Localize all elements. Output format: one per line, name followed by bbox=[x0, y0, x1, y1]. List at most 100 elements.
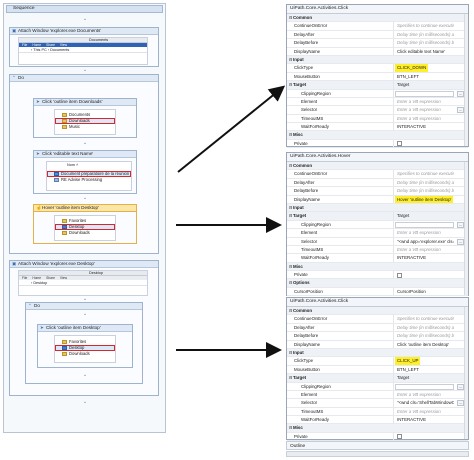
collapse-icon[interactable]: ⊟ bbox=[289, 374, 292, 381]
collapse-icon[interactable]: ⊟ bbox=[289, 424, 292, 431]
outline-tab[interactable]: Outline bbox=[286, 441, 469, 450]
scrollbar[interactable] bbox=[464, 162, 468, 295]
property-value[interactable]: CLICK_UP bbox=[395, 357, 421, 365]
property-delay-after[interactable]: DelayAfter Delay time (in milliseconds) a… bbox=[287, 30, 468, 40]
category-misc[interactable]: ⊟ Misc bbox=[287, 131, 468, 140]
ellipsis-button[interactable]: … bbox=[457, 383, 464, 390]
category-common[interactable]: ⊟ Common bbox=[287, 14, 468, 23]
property-value[interactable]: Hover 'outline item Desktop' bbox=[395, 195, 454, 203]
property-timeout-ms[interactable]: TimeoutMS Enter a VB expression bbox=[287, 407, 468, 417]
property-value[interactable]: Click 'outline item Desktop' bbox=[395, 341, 454, 348]
category-common[interactable]: ⊟ Common bbox=[287, 307, 468, 316]
ellipsis-button[interactable]: … bbox=[457, 90, 464, 97]
collapse-icon[interactable]: ⊟ bbox=[289, 81, 292, 88]
property-display-name[interactable]: DisplayName Click editable text Name' bbox=[287, 47, 468, 56]
property-timeout-ms[interactable]: TimeoutMS Enter a VB expression bbox=[287, 245, 468, 255]
property-value[interactable]: Delay time (in milliseconds) aft bbox=[395, 179, 454, 186]
collapse-icon[interactable]: ⊟ bbox=[289, 162, 292, 169]
property-private[interactable]: Private bbox=[287, 271, 468, 280]
collapse-icon[interactable]: ⊟ bbox=[289, 263, 292, 270]
property-value[interactable] bbox=[395, 383, 454, 390]
property-value[interactable]: INTERACTIVE bbox=[395, 254, 454, 261]
property-continue-on-error[interactable]: ContinueOnError Specifies to continue exe… bbox=[287, 22, 468, 31]
collapse-icon[interactable]: ⊟ bbox=[289, 307, 292, 314]
category-input[interactable]: ⊟ Input bbox=[287, 55, 468, 65]
scrollbar[interactable] bbox=[464, 14, 468, 146]
property-continue-on-error[interactable]: ContinueOnError Specifies to continue exe… bbox=[287, 315, 468, 324]
property-selector[interactable]: Selector "<wnd app='explorer.exe' cls='… bbox=[287, 237, 468, 246]
property-value[interactable]: Delay time (in milliseconds) aft bbox=[395, 324, 454, 331]
property-value[interactable]: Enter a VB expression bbox=[395, 98, 454, 105]
property-value[interactable]: Specifies to continue executing bbox=[395, 22, 454, 29]
property-value[interactable] bbox=[395, 90, 454, 97]
property-value[interactable]: INTERACTIVE bbox=[395, 123, 454, 130]
ellipsis-button[interactable]: … bbox=[457, 400, 464, 407]
collapse-icon[interactable]: ⊟ bbox=[289, 131, 292, 138]
category-misc[interactable]: ⊟ Misc bbox=[287, 424, 468, 433]
property-delay-after[interactable]: DelayAfter Delay time (in milliseconds) a… bbox=[287, 323, 468, 333]
private-checkbox[interactable] bbox=[397, 141, 402, 147]
category-input[interactable]: ⊟ Input bbox=[287, 348, 468, 358]
property-value[interactable]: Enter a VB expression bbox=[395, 408, 454, 415]
collapse-icon[interactable]: ⊟ bbox=[289, 279, 292, 286]
property-value[interactable] bbox=[395, 221, 454, 228]
property-delay-after[interactable]: DelayAfter Delay time (in milliseconds) a… bbox=[287, 178, 468, 188]
property-value[interactable]: Enter a VB expression bbox=[395, 391, 454, 398]
collapse-icon[interactable]: ⊟ bbox=[289, 204, 292, 211]
property-value[interactable]: "<wnd cls='ShellTabWindowCla bbox=[395, 399, 454, 406]
property-display-name[interactable]: DisplayName Hover 'outline item Desktop' bbox=[287, 195, 468, 204]
property-wait-for-ready[interactable]: WaitForReady INTERACTIVE bbox=[287, 254, 468, 263]
private-checkbox[interactable] bbox=[397, 434, 402, 440]
property-display-name[interactable]: DisplayName Click 'outline item Desktop' bbox=[287, 340, 468, 349]
property-value[interactable]: BTN_LEFT bbox=[395, 73, 454, 80]
property-value[interactable]: Delay time (in milliseconds) bef bbox=[395, 187, 454, 194]
property-value[interactable]: Specifies to continue executing bbox=[395, 170, 454, 177]
property-value[interactable]: Enter a VB expression bbox=[395, 246, 454, 253]
category-misc[interactable]: ⊟ Misc bbox=[287, 262, 468, 272]
property-mouse-button[interactable]: MouseButton BTN_LEFT bbox=[287, 72, 468, 82]
property-private[interactable]: Private bbox=[287, 139, 468, 149]
property-value[interactable]: INTERACTIVE bbox=[395, 416, 454, 423]
property-value[interactable]: Click editable text Name' bbox=[395, 48, 454, 55]
property-clipping-region[interactable]: ClippingRegion… bbox=[287, 382, 468, 391]
property-value[interactable]: "<wnd app='explorer.exe' cls=' bbox=[395, 238, 454, 245]
property-cursor-position[interactable]: CursorPosition CursorPosition bbox=[287, 287, 468, 297]
property-value[interactable]: Specifies to continue executing bbox=[395, 315, 454, 322]
property-mouse-button[interactable]: MouseButton BTN_LEFT bbox=[287, 365, 468, 375]
collapse-icon[interactable]: ⊟ bbox=[289, 349, 292, 356]
property-element[interactable]: Element Enter a VB expression bbox=[287, 229, 468, 238]
property-wait-for-ready[interactable]: WaitForReady INTERACTIVE bbox=[287, 416, 468, 425]
property-clipping-region[interactable]: ClippingRegion… bbox=[287, 220, 468, 230]
property-value[interactable]: BTN_LEFT bbox=[395, 366, 454, 373]
property-private[interactable]: Private bbox=[287, 432, 468, 442]
property-value[interactable]: Enter a VB expression bbox=[395, 115, 454, 122]
property-value[interactable]: Delay time (in milliseconds) aft bbox=[395, 31, 454, 38]
property-delay-before[interactable]: DelayBefore Delay time (in milliseconds) … bbox=[287, 332, 468, 341]
property-value[interactable]: Enter a VB expression bbox=[395, 229, 454, 236]
property-click-type[interactable]: ClickType CLICK_UP bbox=[287, 357, 468, 366]
property-value[interactable]: Enter a VB expression bbox=[395, 106, 454, 113]
category-input[interactable]: ⊟ Input bbox=[287, 203, 468, 213]
category-target[interactable]: ⊟ Target Target bbox=[287, 212, 468, 221]
collapse-icon[interactable]: ⊟ bbox=[289, 56, 292, 63]
property-wait-for-ready[interactable]: WaitForReady INTERACTIVE bbox=[287, 123, 468, 132]
ellipsis-button[interactable]: … bbox=[457, 107, 464, 114]
property-delay-before[interactable]: DelayBefore Delay time (in milliseconds) … bbox=[287, 187, 468, 196]
category-common[interactable]: ⊟ Common bbox=[287, 162, 468, 171]
property-timeout-ms[interactable]: TimeoutMS Enter a VB expression bbox=[287, 114, 468, 124]
ellipsis-button[interactable]: … bbox=[457, 221, 464, 228]
category-target[interactable]: ⊟ Target Target bbox=[287, 374, 468, 383]
property-element[interactable]: Element Enter a VB expression bbox=[287, 390, 468, 400]
private-checkbox[interactable] bbox=[397, 272, 402, 278]
property-value[interactable]: CLICK_DOWN bbox=[395, 64, 429, 72]
property-value[interactable]: Delay time (in milliseconds) bef bbox=[395, 39, 454, 46]
property-selector[interactable]: Selector "<wnd cls='ShellTabWindowCla… bbox=[287, 399, 468, 408]
property-delay-before[interactable]: DelayBefore Delay time (in milliseconds) … bbox=[287, 39, 468, 48]
category-target[interactable]: ⊟ Target Target bbox=[287, 81, 468, 90]
property-value[interactable]: Delay time (in milliseconds) bef bbox=[395, 332, 454, 339]
collapse-icon[interactable]: ⊟ bbox=[289, 212, 292, 219]
ellipsis-button[interactable]: … bbox=[457, 238, 464, 245]
collapse-icon[interactable]: ⊟ bbox=[289, 14, 292, 21]
scrollbar[interactable] bbox=[464, 307, 468, 439]
property-element[interactable]: Element Enter a VB expression bbox=[287, 97, 468, 107]
